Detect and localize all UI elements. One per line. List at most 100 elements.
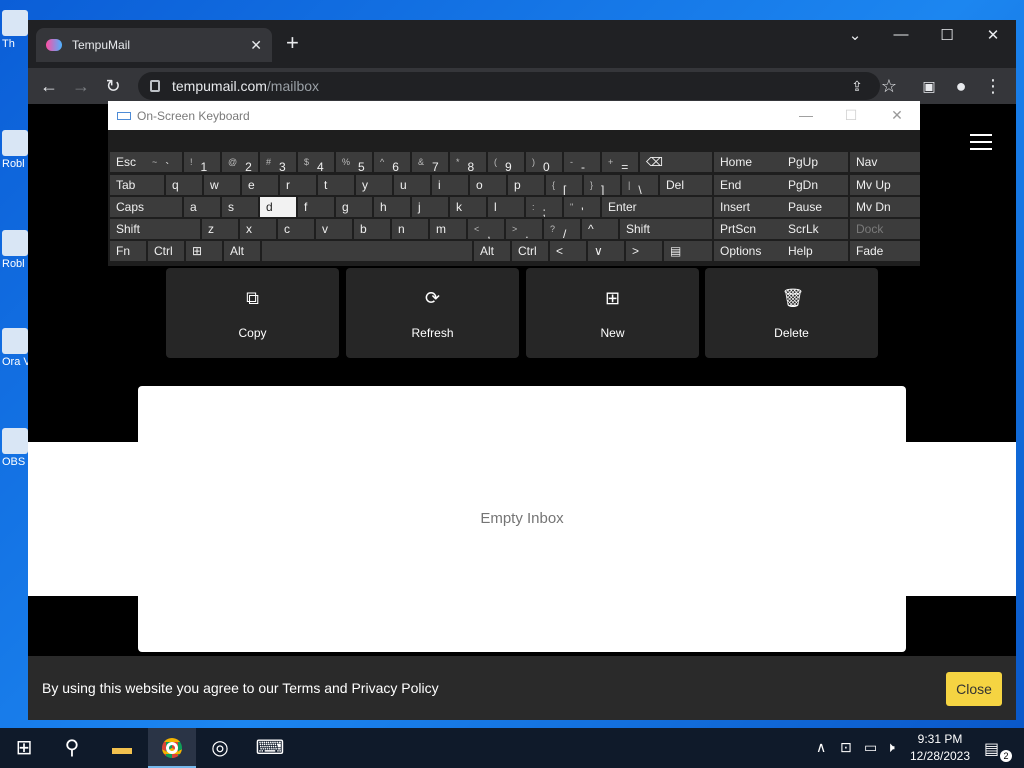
osk-minimize-icon[interactable]: — bbox=[796, 107, 816, 123]
osk-key-symbol[interactable]: :; bbox=[526, 197, 562, 217]
osk-key-4[interactable]: $4 bbox=[298, 152, 334, 172]
osk-key-symbol[interactable]: >. bbox=[506, 219, 542, 239]
osk-key-0[interactable]: ) 0 bbox=[526, 152, 562, 172]
osk-key-f[interactable]: f bbox=[298, 197, 334, 217]
on-screen-keyboard-taskbar-icon[interactable]: ⌨ bbox=[246, 728, 294, 768]
osk-key-home[interactable]: Home bbox=[714, 152, 786, 172]
cookie-close-button[interactable]: Close bbox=[946, 672, 1002, 706]
osk-key-t[interactable]: t bbox=[318, 175, 354, 195]
browser-menu-icon[interactable]: ⋮ bbox=[980, 74, 1006, 98]
osk-key-symbol[interactable]: {[ bbox=[546, 175, 582, 195]
back-icon[interactable]: ← bbox=[36, 74, 62, 98]
osk-key-r[interactable]: r bbox=[280, 175, 316, 195]
chrome-icon[interactable] bbox=[148, 728, 196, 768]
osk-key-prtscn[interactable]: PrtScn bbox=[714, 219, 786, 239]
bookmark-star-icon[interactable]: ☆ bbox=[876, 74, 902, 98]
reload-icon[interactable]: ↻ bbox=[100, 74, 126, 98]
search-icon[interactable]: ⚲ bbox=[48, 728, 96, 768]
osk-key-symbol[interactable]: < bbox=[550, 241, 586, 261]
osk-key-symbol[interactable]: ▤ bbox=[664, 241, 712, 261]
osk-key-ctrl[interactable]: Ctrl bbox=[148, 241, 184, 261]
osk-key-symbol[interactable]: + = bbox=[602, 152, 638, 172]
osk-key-symbol[interactable]: ∨ bbox=[588, 241, 624, 261]
address-bar[interactable]: tempumail.com/mailbox bbox=[138, 72, 880, 100]
osk-key-g[interactable]: g bbox=[336, 197, 372, 217]
tab-tempumail[interactable]: TempuMail ✕ bbox=[36, 28, 272, 62]
osk-key-v[interactable]: v bbox=[316, 219, 352, 239]
new-tab-button[interactable]: + bbox=[286, 32, 299, 54]
minimize-icon[interactable]: — bbox=[886, 26, 916, 43]
osk-key-help[interactable]: Help bbox=[782, 241, 848, 261]
osk-key-o[interactable]: o bbox=[470, 175, 506, 195]
osk-key-symbol[interactable]: ? / bbox=[544, 219, 580, 239]
tab-search-icon[interactable]: ⌄ bbox=[840, 26, 870, 44]
osk-key-h[interactable]: h bbox=[374, 197, 410, 217]
start-windows-icon[interactable]: ⊞ bbox=[0, 728, 48, 768]
close-window-icon[interactable]: ✕ bbox=[978, 26, 1008, 44]
osk-maximize-icon[interactable]: ☐ bbox=[841, 107, 861, 124]
forward-icon[interactable]: → bbox=[68, 74, 94, 98]
osk-key-a[interactable]: a bbox=[184, 197, 220, 217]
osk-key-caps[interactable]: Caps bbox=[110, 197, 182, 217]
osk-key-fade[interactable]: Fade bbox=[850, 241, 920, 261]
osk-key-alt[interactable]: Alt bbox=[474, 241, 510, 261]
osk-key-8[interactable]: * 8 bbox=[450, 152, 486, 172]
show-hidden-icons-icon[interactable]: ∧ bbox=[816, 739, 826, 756]
new-button[interactable]: ⊞ New bbox=[526, 268, 699, 358]
network-error-icon[interactable]: ⊡ bbox=[840, 739, 852, 756]
osk-key-fn[interactable]: Fn bbox=[110, 241, 146, 261]
copy-button[interactable]: ⧉ Copy bbox=[166, 268, 339, 358]
osk-key-pgdn[interactable]: PgDn bbox=[782, 175, 848, 195]
notification-center-icon[interactable]: ▤ bbox=[984, 739, 999, 759]
osk-key-c[interactable]: c bbox=[278, 219, 314, 239]
osk-key-e[interactable]: e bbox=[242, 175, 278, 195]
share-icon[interactable]: ⇪ bbox=[844, 74, 870, 98]
osk-key-mv-up[interactable]: Mv Up bbox=[850, 175, 920, 195]
taskbar-clock[interactable]: 9:31 PM 12/28/2023 bbox=[906, 731, 974, 765]
osk-key-options[interactable]: Options bbox=[714, 241, 786, 261]
osk-close-icon[interactable]: ✕ bbox=[887, 107, 907, 124]
osk-key-space[interactable] bbox=[262, 241, 472, 261]
refresh-button[interactable]: ⟳ Refresh bbox=[346, 268, 519, 358]
osk-key-scrlk[interactable]: ScrLk bbox=[782, 219, 848, 239]
osk-key-p[interactable]: p bbox=[508, 175, 544, 195]
osk-key-2[interactable]: @2 bbox=[222, 152, 258, 172]
osk-key-n[interactable]: n bbox=[392, 219, 428, 239]
osk-key-symbol[interactable]: -- bbox=[564, 152, 600, 172]
osk-key-5[interactable]: % 5 bbox=[336, 152, 372, 172]
osk-key-shift[interactable]: Shift bbox=[620, 219, 712, 239]
profile-avatar-icon[interactable]: ● bbox=[948, 74, 974, 98]
lock-icon[interactable] bbox=[150, 80, 160, 92]
osk-key-symbol[interactable]: ~ ` bbox=[146, 152, 182, 172]
osk-key-symbol[interactable]: <, bbox=[468, 219, 504, 239]
tab-close-icon[interactable]: ✕ bbox=[250, 37, 262, 54]
side-panel-icon[interactable]: ▣ bbox=[916, 74, 942, 98]
hamburger-menu-icon[interactable] bbox=[970, 134, 992, 155]
osk-key-nav[interactable]: Nav bbox=[850, 152, 920, 172]
file-explorer-icon[interactable]: ▬ bbox=[98, 728, 146, 768]
volume-muted-icon[interactable]: 🕨 bbox=[886, 739, 895, 756]
delete-button[interactable]: 🗑 Delete bbox=[705, 268, 878, 358]
network-icon[interactable]: ▭ bbox=[864, 739, 877, 756]
osk-key-symbol[interactable]: | \ bbox=[622, 175, 658, 195]
osk-key-u[interactable]: u bbox=[394, 175, 430, 195]
osk-key-i[interactable]: i bbox=[432, 175, 468, 195]
osk-key-9[interactable]: (9 bbox=[488, 152, 524, 172]
osk-key-symbol[interactable]: " ' bbox=[564, 197, 600, 217]
osk-key-j[interactable]: j bbox=[412, 197, 448, 217]
osk-key-ctrl[interactable]: Ctrl bbox=[512, 241, 548, 261]
osk-key-del[interactable]: Del bbox=[660, 175, 712, 195]
osk-key-symbol[interactable]: }] bbox=[584, 175, 620, 195]
osk-key-y[interactable]: y bbox=[356, 175, 392, 195]
osk-key-q[interactable]: q bbox=[166, 175, 202, 195]
osk-title-bar[interactable]: On-Screen Keyboard — ☐ ✕ bbox=[108, 101, 920, 130]
maximize-icon[interactable]: ☐ bbox=[932, 26, 962, 44]
osk-key-b[interactable]: b bbox=[354, 219, 390, 239]
osk-key-symbol[interactable]: ⌫ bbox=[640, 152, 712, 172]
osk-key-3[interactable]: #3 bbox=[260, 152, 296, 172]
osk-key-k[interactable]: k bbox=[450, 197, 486, 217]
osk-key-m[interactable]: m bbox=[430, 219, 466, 239]
osk-key-pgup[interactable]: PgUp bbox=[782, 152, 848, 172]
osk-key-end[interactable]: End bbox=[714, 175, 786, 195]
osk-key-6[interactable]: ^ 6 bbox=[374, 152, 410, 172]
